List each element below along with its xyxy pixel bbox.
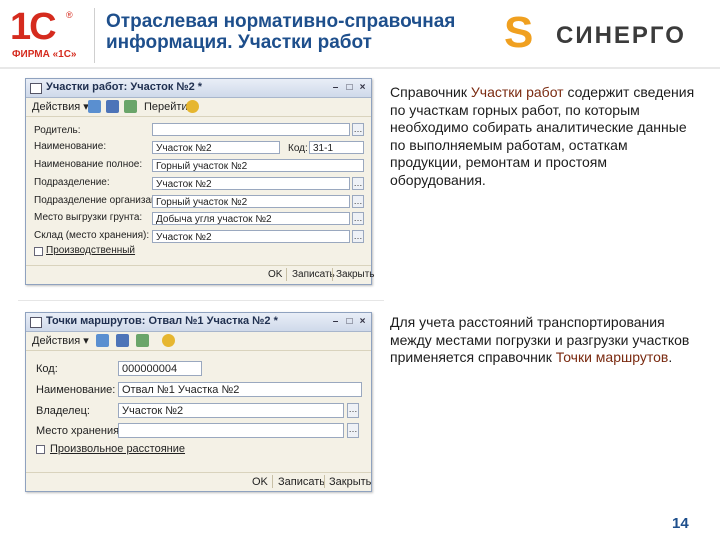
storage-pick-button[interactable]: … xyxy=(347,423,359,438)
highlight-work-sites: Участки работ xyxy=(470,84,564,100)
window-title: Точки маршрутов: Отвал №1 Участка №2 * xyxy=(46,315,278,327)
code-field[interactable]: 000000004 xyxy=(118,361,202,376)
section-divider xyxy=(18,300,384,301)
help-icon[interactable] xyxy=(162,334,175,347)
slide-title-line2: информация. Участки работ xyxy=(106,32,372,53)
arbitrary-distance-checkbox[interactable] xyxy=(36,445,45,454)
page-number: 14 xyxy=(672,515,689,532)
parent-field[interactable] xyxy=(152,123,350,136)
label-division: Подразделение: xyxy=(34,177,110,188)
description-text: . xyxy=(668,349,673,365)
button-separator xyxy=(332,268,333,281)
arbitrary-distance-label: Произвольное расстояние xyxy=(50,443,186,455)
label-name: Наименование: xyxy=(34,141,107,152)
label-unload-place: Место выгрузки грунта: xyxy=(34,212,143,223)
division-field[interactable]: Участок №2 xyxy=(152,177,350,190)
window-title: Участки работ: Участок №2 * xyxy=(46,81,203,93)
button-separator xyxy=(286,268,287,281)
label-warehouse: Склад (место хранения): xyxy=(34,230,150,241)
window-bottom-bar: OK Записать Закрыть xyxy=(26,472,371,491)
button-separator xyxy=(272,475,273,488)
help-icon[interactable] xyxy=(186,100,199,113)
org-division-pick-button[interactable]: … xyxy=(352,195,364,208)
close-icon[interactable]: × xyxy=(357,82,368,93)
unload-place-pick-button[interactable]: … xyxy=(352,212,364,225)
logo-1c-registered: ® xyxy=(66,10,73,20)
label-code: Код: xyxy=(288,143,308,154)
write-icon[interactable] xyxy=(116,334,129,347)
write-icon[interactable] xyxy=(106,100,119,113)
save-close-icon[interactable] xyxy=(88,100,101,113)
maximize-icon[interactable]: □ xyxy=(344,82,355,93)
menu-actions[interactable]: Действия ▾ xyxy=(32,100,89,113)
window-titlebar[interactable]: Точки маршрутов: Отвал №1 Участка №2 * –… xyxy=(26,313,371,332)
save-button[interactable]: Записать xyxy=(292,269,335,280)
button-separator xyxy=(324,475,325,488)
label-code: Код: xyxy=(36,363,58,375)
logo-1c-caption: ФИРМА «1С» xyxy=(12,49,77,60)
storage-field[interactable] xyxy=(118,423,344,438)
header-rule xyxy=(0,67,720,69)
owner-pick-button[interactable]: … xyxy=(347,403,359,418)
description-work-sites: Справочник Участки работ содержит сведен… xyxy=(390,84,695,189)
label-org-division: Подразделение организации: xyxy=(34,195,171,206)
full-name-field[interactable]: Горный участок №2 xyxy=(152,159,364,172)
refresh-icon[interactable] xyxy=(124,100,137,113)
toolbar: Действия ▾ Перейти ▾ xyxy=(26,98,371,117)
sinergo-symbol: S xyxy=(504,8,534,57)
description-route-points: Для учета расстояний транспортирования м… xyxy=(390,314,690,367)
refresh-icon[interactable] xyxy=(136,334,149,347)
logo-1c-mark: 1С xyxy=(10,6,57,48)
window-form-icon xyxy=(30,83,42,94)
unload-place-field[interactable]: Добыча угля участок №2 xyxy=(152,212,350,225)
logo-1c: 1С ® ФИРМА «1С» xyxy=(8,6,82,60)
label-parent: Родитель: xyxy=(34,125,81,136)
toolbar: Действия ▾ xyxy=(26,332,371,351)
close-button[interactable]: Закрыть xyxy=(336,269,375,280)
window-route-points: Точки маршрутов: Отвал №1 Участка №2 * –… xyxy=(25,312,372,492)
ok-button[interactable]: OK xyxy=(268,269,282,280)
label-owner: Владелец: xyxy=(36,405,90,417)
name-field[interactable]: Участок №2 xyxy=(152,141,280,154)
save-close-icon[interactable] xyxy=(96,334,109,347)
slide-title: Отраслевая нормативно-справочная информа… xyxy=(106,11,486,53)
division-pick-button[interactable]: … xyxy=(352,177,364,190)
header-divider xyxy=(94,8,95,63)
maximize-icon[interactable]: □ xyxy=(344,316,355,327)
save-button[interactable]: Записать xyxy=(278,476,325,488)
highlight-route-points: Точки маршрутов xyxy=(555,349,669,365)
close-icon[interactable]: × xyxy=(357,316,368,327)
minimize-icon[interactable]: – xyxy=(330,316,341,327)
label-storage: Место хранения: xyxy=(36,425,123,437)
name-field[interactable]: Отвал №1 Участка №2 xyxy=(118,382,362,397)
close-button[interactable]: Закрыть xyxy=(329,476,371,488)
warehouse-pick-button[interactable]: … xyxy=(352,230,364,243)
logo-sinergo: S СИНЕРГО xyxy=(500,8,715,58)
org-division-field[interactable]: Горный участок №2 xyxy=(152,195,350,208)
window-titlebar[interactable]: Участки работ: Участок №2 * – □ × xyxy=(26,79,371,98)
window-bottom-bar: OK Записать Закрыть xyxy=(26,265,375,284)
minimize-icon[interactable]: – xyxy=(330,82,341,93)
window-work-sites: Участки работ: Участок №2 * – □ × Действ… xyxy=(25,78,375,285)
menu-actions[interactable]: Действия ▾ xyxy=(32,334,89,347)
ok-button[interactable]: OK xyxy=(252,476,268,488)
parent-pick-button[interactable]: … xyxy=(352,123,364,136)
label-name: Наименование: xyxy=(36,384,116,396)
code-field[interactable]: 31-1 xyxy=(309,141,364,154)
label-full-name: Наименование полное: xyxy=(34,159,143,170)
slide-title-line1: Отраслевая нормативно-справочная xyxy=(106,11,456,32)
owner-field[interactable]: Участок №2 xyxy=(118,403,344,418)
window-form-icon xyxy=(30,317,42,328)
production-checkbox-label: Производственный xyxy=(46,245,136,256)
description-text: Справочник xyxy=(390,84,471,100)
warehouse-field[interactable]: Участок №2 xyxy=(152,230,350,243)
sinergo-text: СИНЕРГО xyxy=(556,22,686,49)
production-checkbox[interactable] xyxy=(34,247,43,256)
